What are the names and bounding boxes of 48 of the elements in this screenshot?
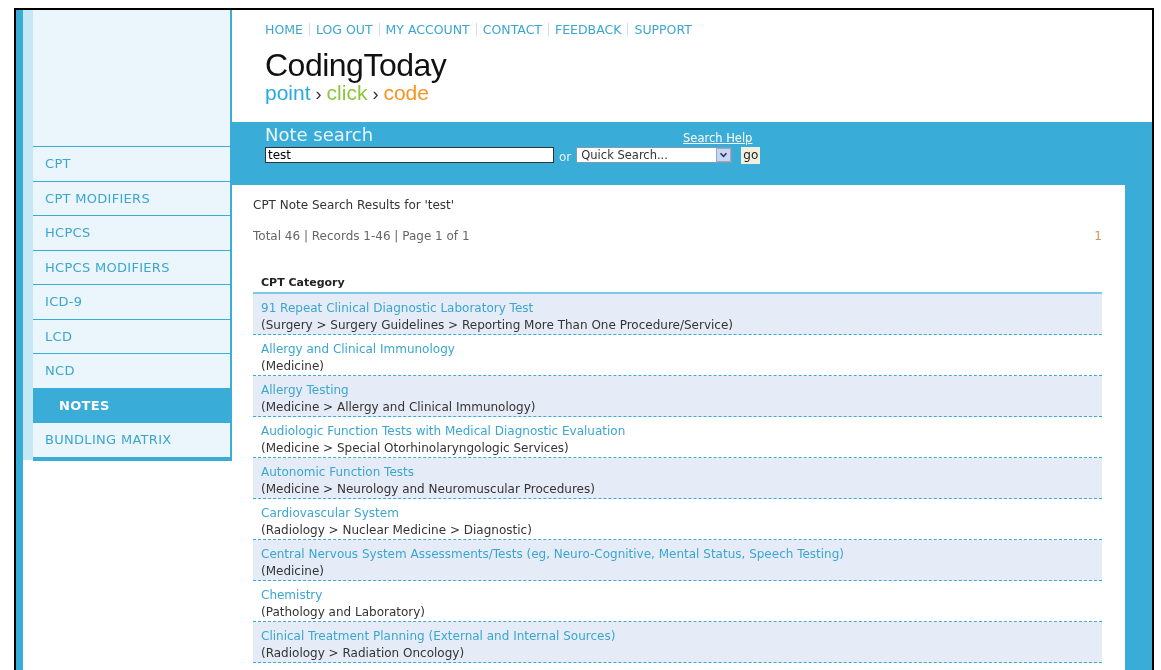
search-field[interactable]: test	[265, 147, 554, 163]
result-link[interactable]: Clinical Treatment Planning (External and Internal Sources)	[261, 628, 1094, 645]
result-link[interactable]: Central Nervous System Assessments/Tests (eg, Neuro-Cognitive, Mental Status, Speech Testing)	[261, 546, 1094, 563]
page-link[interactable]: 1	[1094, 229, 1102, 243]
tagline-word: code	[383, 81, 429, 105]
nav-link[interactable]: FEEDBACK	[555, 22, 622, 37]
result-path: (Pathology and Laboratory)	[261, 604, 427, 621]
sidebar-item[interactable]: CPT	[33, 147, 230, 182]
nav-link[interactable]: SUPPORT	[634, 22, 692, 37]
result-link[interactable]: Allergy and Clinical Immunology	[261, 341, 1094, 358]
or-label: or	[559, 150, 572, 164]
result-link[interactable]: Autonomic Function Tests	[261, 464, 1094, 481]
result-path: (Medicine)	[261, 563, 325, 580]
logo-title: CodingToday	[265, 49, 448, 81]
search-title: Note search	[265, 124, 374, 145]
sidebar-item[interactable]: CPT MODIFIERS	[33, 181, 230, 216]
nav-link[interactable]: MY ACCOUNT	[385, 22, 470, 37]
tagline-separator: ›	[315, 85, 322, 105]
result-path: (Radiology > Radiation Oncology)	[261, 645, 466, 662]
result-link[interactable]: Chemistry	[261, 587, 1094, 604]
tagline-word: point	[265, 81, 311, 105]
result-path: (Medicine > Allergy and Clinical Immunology)	[261, 399, 537, 416]
nav-link[interactable]: HOME	[265, 22, 303, 37]
sidebar-item[interactable]: BUNDLING MATRIX	[33, 423, 230, 458]
result-path: (Medicine)	[261, 358, 325, 375]
result-link[interactable]: Cardiovascular System	[261, 505, 1094, 522]
sidebar-item[interactable]: LCD	[33, 319, 230, 354]
result-link[interactable]: 91 Repeat Clinical Diagnostic Laboratory Test	[261, 300, 1094, 317]
chevron-down-icon[interactable]	[716, 148, 732, 162]
sidebar-item[interactable]: HCPCS MODIFIERS	[33, 250, 230, 285]
result-link[interactable]: Audiologic Function Tests with Medical Diagnostic Evaluation	[261, 423, 1094, 440]
result-link[interactable]: Allergy Testing	[261, 382, 1094, 399]
result-path: (Medicine > Neurology and Neuromuscular Procedures)	[261, 481, 596, 498]
sidebar-item[interactable]: NCD	[33, 354, 230, 389]
result-path: (Medicine > Special Otorhinolaryngologic Services)	[261, 440, 570, 457]
nav-link[interactable]: LOG OUT	[315, 22, 373, 37]
result-path: (Radiology > Nuclear Medicine > Diagnostic)	[261, 522, 533, 539]
nav-link[interactable]: CONTACT	[482, 22, 542, 37]
go-button[interactable]: go	[741, 146, 761, 164]
search-help-link[interactable]: Search Help	[683, 131, 753, 145]
tagline-separator: ›	[372, 85, 379, 105]
sidebar-item[interactable]: HCPCS	[33, 216, 230, 251]
sidebar-item[interactable]: ICD-9	[33, 285, 230, 320]
results-heading: CPT Note Search Results for 'test'	[253, 198, 456, 212]
quick-search-dropdown[interactable]: Quick Search...	[576, 147, 733, 163]
results-summary: Total 46 | Records 1-46 | Page 1 of 1	[253, 229, 470, 243]
result-path: (Surgery > Surgery Guidelines > Reporting More Than One Procedure/Service)	[261, 317, 734, 334]
sidebar-item[interactable]: NOTES	[33, 388, 230, 423]
